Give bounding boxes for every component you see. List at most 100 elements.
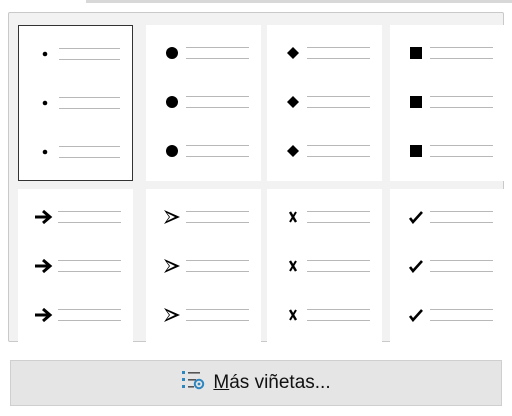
- preview-row: [267, 88, 382, 116]
- preview-row: [19, 89, 132, 117]
- preview-line: [59, 97, 120, 98]
- preview-line: [186, 320, 249, 321]
- bullet-check-icon: [404, 301, 428, 329]
- preview-line: [430, 309, 493, 310]
- preview-row: [146, 252, 261, 280]
- preview-row: [18, 301, 133, 329]
- preview-row: [390, 88, 505, 116]
- preview-line: [430, 107, 493, 108]
- preview-row: [267, 203, 382, 231]
- bullet-diamond-icon: [281, 88, 305, 116]
- preview-row: [18, 252, 133, 280]
- preview-row: [267, 39, 382, 67]
- preview-line: [59, 157, 120, 158]
- bullet-diamond-icon: [281, 137, 305, 165]
- preview-row: [267, 137, 382, 165]
- preview-row: [390, 301, 505, 329]
- preview-line: [307, 58, 370, 59]
- bullet-style-cross[interactable]: [267, 189, 382, 345]
- bullet-arrow-icon: [32, 301, 56, 329]
- preview-line: [59, 146, 120, 147]
- preview-line: [186, 309, 249, 310]
- preview-line: [186, 222, 249, 223]
- preview-row: [146, 88, 261, 116]
- bullet-style-diamond[interactable]: [267, 25, 382, 181]
- preview-line: [430, 271, 493, 272]
- preview-row: [267, 252, 382, 280]
- preview-line: [307, 222, 370, 223]
- preview-row: [390, 203, 505, 231]
- preview-line: [430, 320, 493, 321]
- bullet-arrowhead-icon: [160, 301, 184, 329]
- bullet-cross-icon: [281, 301, 305, 329]
- bullet-square-icon: [404, 88, 428, 116]
- preview-line: [430, 222, 493, 223]
- preview-row: [267, 301, 382, 329]
- bullet-diamond-icon: [281, 39, 305, 67]
- bullet-large-dot-icon: [160, 137, 184, 165]
- preview-line: [59, 59, 120, 60]
- preview-line: [307, 309, 370, 310]
- bullet-small-dot-icon: [33, 138, 57, 166]
- preview-row: [390, 252, 505, 280]
- preview-line: [186, 145, 249, 146]
- bullet-style-small-dot[interactable]: [18, 25, 133, 181]
- bullet-arrow-icon: [32, 252, 56, 280]
- preview-line: [307, 271, 370, 272]
- preview-line: [430, 47, 493, 48]
- bullet-large-dot-icon: [160, 39, 184, 67]
- bullet-cross-icon: [281, 203, 305, 231]
- preview-line: [186, 260, 249, 261]
- preview-line: [58, 260, 121, 261]
- preview-line: [307, 96, 370, 97]
- bullet-style-arrow[interactable]: [18, 189, 133, 345]
- preview-line: [430, 96, 493, 97]
- preview-row: [146, 39, 261, 67]
- bullet-style-square[interactable]: [390, 25, 505, 181]
- preview-line: [307, 107, 370, 108]
- preview-row: [19, 40, 132, 68]
- bullet-library-gallery: [8, 12, 505, 345]
- preview-line: [430, 260, 493, 261]
- top-separator: [86, 0, 512, 3]
- bullet-square-icon: [404, 39, 428, 67]
- preview-row: [390, 39, 505, 67]
- preview-line: [430, 156, 493, 157]
- preview-line: [307, 320, 370, 321]
- preview-row: [146, 301, 261, 329]
- preview-line: [59, 48, 120, 49]
- bullet-style-check[interactable]: [390, 189, 505, 345]
- preview-line: [307, 260, 370, 261]
- preview-line: [186, 211, 249, 212]
- preview-line: [307, 47, 370, 48]
- bullet-check-icon: [404, 252, 428, 280]
- preview-line: [186, 58, 249, 59]
- preview-line: [186, 96, 249, 97]
- preview-row: [146, 203, 261, 231]
- bullet-style-large-dot[interactable]: [146, 25, 261, 181]
- bullet-cross-icon: [281, 252, 305, 280]
- more-bullets-label: Más viñetas...: [213, 372, 331, 393]
- preview-line: [186, 47, 249, 48]
- preview-line: [58, 309, 121, 310]
- preview-line: [59, 108, 120, 109]
- preview-row: [19, 138, 132, 166]
- more-bullets-button[interactable]: Más viñetas...: [10, 360, 502, 406]
- preview-line: [307, 156, 370, 157]
- preview-line: [307, 211, 370, 212]
- preview-line: [186, 271, 249, 272]
- bullet-small-dot-icon: [33, 89, 57, 117]
- bullet-arrow-icon: [32, 203, 56, 231]
- bullet-check-icon: [404, 203, 428, 231]
- preview-row: [390, 137, 505, 165]
- preview-line: [58, 271, 121, 272]
- bullet-square-icon: [404, 137, 428, 165]
- bullet-settings-icon: [181, 369, 205, 397]
- bullet-style-arrowhead[interactable]: [146, 189, 261, 345]
- preview-line: [307, 145, 370, 146]
- preview-line: [186, 107, 249, 108]
- preview-line: [58, 320, 121, 321]
- preview-line: [430, 145, 493, 146]
- bullet-small-dot-icon: [33, 40, 57, 68]
- bullet-arrowhead-icon: [160, 203, 184, 231]
